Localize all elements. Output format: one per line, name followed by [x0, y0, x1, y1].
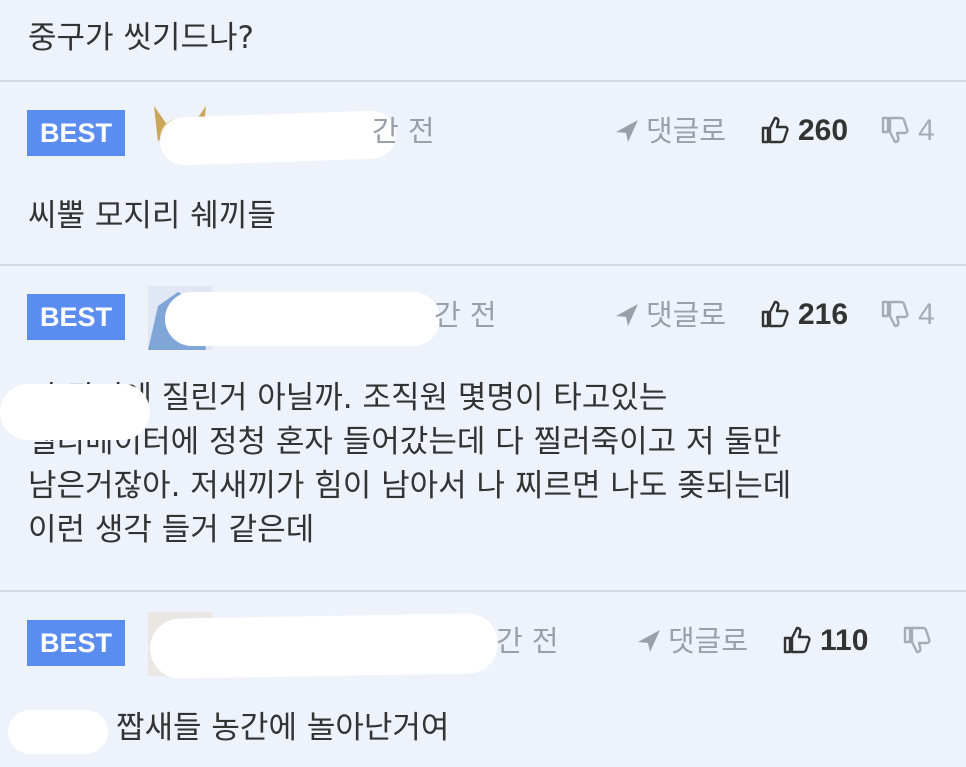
comment-item: BEST 간 전 댓글로 260 4 씨뿔 모지리 쉐끼들	[0, 82, 966, 264]
arrow-icon	[616, 120, 638, 142]
dislike-count: 4	[918, 298, 935, 331]
reply-button[interactable]: 댓글로	[614, 295, 726, 335]
dislike-count: 4	[918, 114, 935, 147]
like-count: 110	[820, 624, 869, 657]
reply-button[interactable]: 댓글로	[614, 111, 726, 151]
comment-text: 저 광기에 질린거 아닐까. 조직원 몇명이 타고있는 엘리베이터에 정청 혼자…	[28, 380, 792, 548]
redacted-username	[159, 109, 397, 167]
best-badge: BEST	[27, 110, 125, 156]
reply-label: 댓글로	[646, 114, 727, 148]
reply-label: 댓글로	[646, 298, 727, 332]
comment-text: 짭새들 농간에 놀아난거여	[116, 710, 450, 746]
redacted-username	[165, 292, 440, 346]
best-badge: BEST	[27, 620, 125, 666]
redacted-mention	[8, 710, 108, 754]
thumbs-down-icon	[903, 626, 931, 654]
thumbs-up-icon	[761, 116, 789, 144]
redacted-mention	[0, 384, 150, 440]
thumbs-down-icon	[881, 116, 909, 144]
like-count: 260	[798, 114, 849, 147]
thumbs-up-icon	[783, 626, 811, 654]
like-button[interactable]: 216	[760, 295, 848, 335]
thumbs-up-icon	[761, 300, 789, 328]
redacted-username	[149, 612, 499, 680]
like-button[interactable]: 260	[760, 111, 848, 151]
like-button[interactable]: 110	[782, 621, 868, 661]
arrow-icon	[616, 304, 638, 326]
thumbs-down-icon	[881, 300, 909, 328]
reply-button[interactable]: 댓글로	[636, 621, 748, 661]
comment-item: BEST 간 전 댓글로 216 4 저 광기에 질린거 아닐까. 조직원 몇명…	[0, 266, 966, 590]
best-badge: BEST	[27, 294, 125, 340]
comment-time: 간 전	[372, 114, 435, 148]
dislike-button[interactable]: 4	[880, 111, 935, 151]
comment-time: 간 전	[496, 624, 559, 658]
comment-top: 중구가 씻기드나?	[0, 0, 966, 80]
comment-text: 중구가 씻기드나?	[28, 20, 254, 56]
comment-item: BEST 간 전 댓글로 110 짭새들 농간에 놀아난거여	[0, 592, 966, 767]
comment-time: 간 전	[434, 298, 497, 332]
like-count: 216	[798, 298, 849, 331]
dislike-button[interactable]	[902, 621, 940, 661]
comment-text: 씨뿔 모지리 쉐끼들	[28, 198, 276, 234]
arrow-icon	[638, 630, 660, 652]
reply-label: 댓글로	[668, 624, 749, 658]
dislike-button[interactable]: 4	[880, 295, 935, 335]
